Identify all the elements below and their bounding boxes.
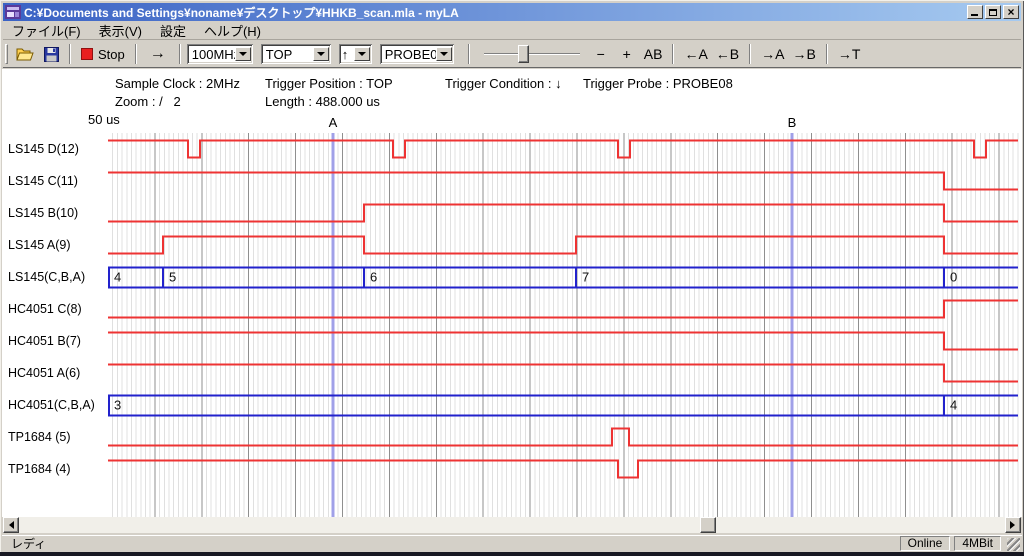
bus-value: 3 bbox=[114, 398, 121, 413]
menu-settings[interactable]: 設定 bbox=[151, 21, 195, 40]
goto-a-right-button[interactable]: →A bbox=[757, 42, 788, 66]
goto-b-right-button[interactable]: →B bbox=[788, 42, 819, 66]
channel-label: LS145 D(12) bbox=[8, 133, 106, 165]
channel-label: LS145 A(9) bbox=[8, 229, 106, 261]
probe-select[interactable]: PROBE00 bbox=[380, 44, 454, 64]
channel-label: LS145 B(10) bbox=[8, 197, 106, 229]
trigger-edge-value: ↑ bbox=[342, 47, 354, 62]
ab-range-button[interactable]: AB bbox=[640, 42, 667, 66]
clock-select[interactable]: 100MHz bbox=[187, 44, 253, 64]
status-bar: レディ Online 4MBit bbox=[2, 535, 1022, 551]
channel-label: LS145(C,B,A) bbox=[8, 261, 106, 293]
toolbar: Stop → 100MHz TOP ↑ PROBE00 − + AB ←A bbox=[3, 41, 1021, 68]
toolbar-grip[interactable] bbox=[5, 44, 8, 64]
bus-value: 7 bbox=[582, 270, 589, 285]
trigger-probe-info: Trigger Probe : PROBE08 bbox=[583, 76, 733, 91]
stop-button[interactable]: Stop bbox=[77, 42, 129, 66]
goto-b-left-button[interactable]: ←B bbox=[712, 42, 743, 66]
bus-value: 4 bbox=[114, 270, 121, 285]
trigger-condition-info: Trigger Condition : ↓ bbox=[445, 76, 562, 91]
window-controls: × bbox=[967, 5, 1019, 19]
bus-value: 6 bbox=[370, 270, 377, 285]
close-icon: × bbox=[1007, 7, 1014, 17]
app-window: C:¥Documents and Settings¥noname¥デスクトップ¥… bbox=[0, 0, 1024, 552]
minimize-button[interactable] bbox=[967, 5, 983, 19]
horizontal-scrollbar[interactable] bbox=[3, 517, 1021, 533]
app-icon bbox=[5, 5, 21, 19]
zoom-info: Zoom : / 2 bbox=[115, 94, 181, 109]
chevron-down-icon[interactable] bbox=[436, 47, 452, 61]
status-message: レディ bbox=[4, 535, 900, 552]
maximize-button[interactable] bbox=[985, 5, 1001, 19]
length-info: Length : 488.000 us bbox=[265, 94, 380, 109]
save-button[interactable] bbox=[39, 42, 63, 66]
save-floppy-icon bbox=[44, 47, 59, 62]
bus-value: 0 bbox=[950, 270, 957, 285]
marker-b-label: B bbox=[785, 115, 799, 130]
channel-label: HC4051 A(6) bbox=[8, 357, 106, 389]
stop-label: Stop bbox=[98, 47, 125, 62]
bus-value: 4 bbox=[950, 398, 957, 413]
chevron-down-icon[interactable] bbox=[313, 47, 329, 61]
zoom-slider-thumb[interactable] bbox=[518, 45, 529, 63]
run-button[interactable]: → bbox=[143, 42, 173, 66]
trigger-position-info: Trigger Position : TOP bbox=[265, 76, 393, 91]
run-arrow-icon: → bbox=[150, 45, 166, 63]
probe-select-value: PROBE00 bbox=[385, 47, 436, 62]
zoom-slider-track bbox=[484, 53, 580, 55]
toolbar-separator bbox=[826, 44, 828, 64]
menu-view[interactable]: 表示(V) bbox=[90, 21, 151, 40]
zoom-slider[interactable] bbox=[482, 43, 582, 65]
scrollbar-track[interactable] bbox=[19, 517, 1005, 533]
channel-label: LS145 C(11) bbox=[8, 165, 106, 197]
menu-help[interactable]: ヘルプ(H) bbox=[195, 21, 270, 40]
trigger-position-value: TOP bbox=[266, 47, 313, 62]
memory-indicator: 4MBit bbox=[954, 536, 1001, 551]
scroll-left-button[interactable] bbox=[3, 517, 19, 533]
window-title: C:¥Documents and Settings¥noname¥デスクトップ¥… bbox=[24, 4, 963, 21]
clock-select-value: 100MHz bbox=[192, 47, 235, 62]
channel-label: HC4051(C,B,A) bbox=[8, 389, 106, 421]
toolbar-separator bbox=[69, 44, 71, 64]
waveform-area[interactable]: 4 5 6 7 0 3 4 bbox=[0, 133, 1024, 517]
resize-grip[interactable] bbox=[1007, 538, 1020, 551]
zoom-in-button[interactable]: + bbox=[614, 42, 640, 66]
menu-file[interactable]: ファイル(F) bbox=[3, 21, 90, 40]
trigger-position-select[interactable]: TOP bbox=[261, 44, 331, 64]
toolbar-separator bbox=[468, 44, 470, 64]
bus-value: 5 bbox=[169, 270, 176, 285]
minimize-icon bbox=[971, 14, 978, 16]
menu-bar: ファイル(F) 表示(V) 設定 ヘルプ(H) bbox=[3, 22, 1021, 40]
stop-icon bbox=[81, 48, 93, 60]
toolbar-separator bbox=[672, 44, 674, 64]
zoom-out-button[interactable]: − bbox=[588, 42, 614, 66]
title-bar[interactable]: C:¥Documents and Settings¥noname¥デスクトップ¥… bbox=[3, 3, 1021, 21]
open-file-button[interactable] bbox=[12, 42, 39, 66]
toolbar-separator bbox=[135, 44, 137, 64]
open-folder-icon bbox=[16, 47, 35, 62]
scrollbar-thumb[interactable] bbox=[700, 517, 716, 533]
channel-label: TP1684 (4) bbox=[8, 453, 106, 485]
goto-a-left-button[interactable]: ←A bbox=[680, 42, 711, 66]
time-scale-label: 50 us bbox=[88, 112, 120, 127]
close-button[interactable]: × bbox=[1003, 5, 1019, 19]
scroll-left-icon bbox=[5, 521, 14, 529]
toolbar-separator bbox=[179, 44, 181, 64]
goto-trigger-button[interactable]: →T bbox=[834, 42, 865, 66]
chevron-down-icon[interactable] bbox=[235, 47, 251, 61]
channel-label: HC4051 C(8) bbox=[8, 293, 106, 325]
scroll-right-icon bbox=[1010, 521, 1019, 529]
trigger-edge-select[interactable]: ↑ bbox=[339, 44, 372, 64]
online-indicator: Online bbox=[900, 536, 951, 551]
chevron-down-icon[interactable] bbox=[354, 47, 370, 61]
channel-label: TP1684 (5) bbox=[8, 421, 106, 453]
marker-a-label: A bbox=[326, 115, 340, 130]
scroll-right-button[interactable] bbox=[1005, 517, 1021, 533]
sample-clock-info: Sample Clock : 2MHz bbox=[115, 76, 240, 91]
toolbar-separator bbox=[749, 44, 751, 64]
channel-label: HC4051 B(7) bbox=[8, 325, 106, 357]
maximize-icon bbox=[989, 9, 997, 16]
